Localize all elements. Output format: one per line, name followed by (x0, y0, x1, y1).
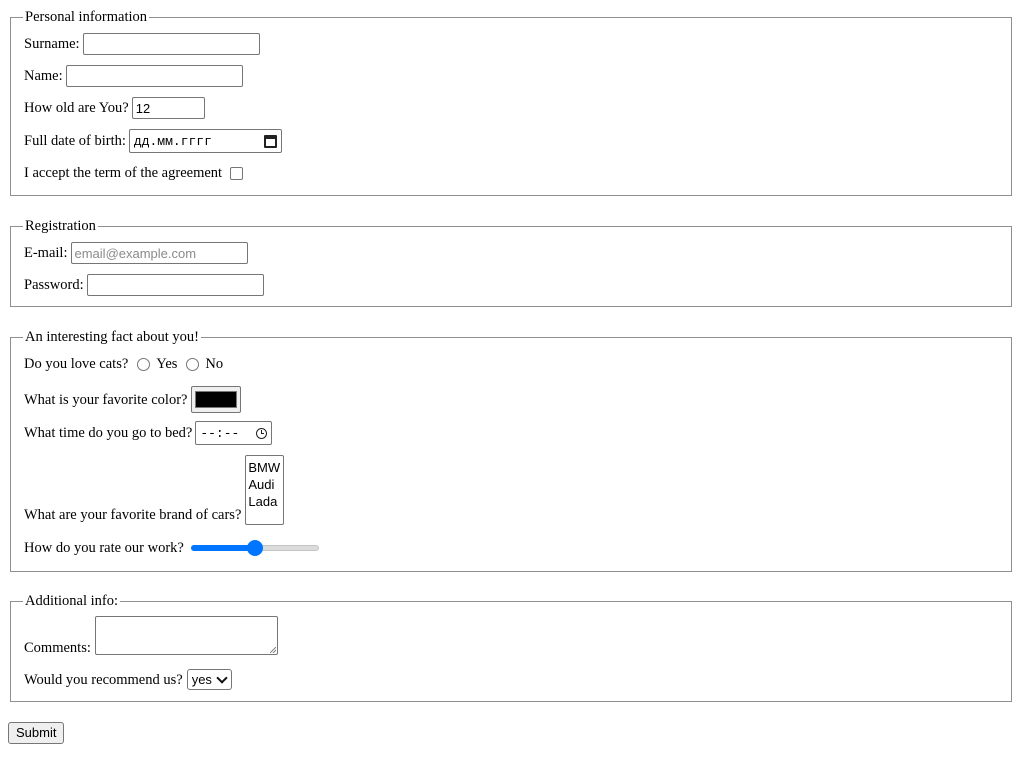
cats-label: Do you love cats? (24, 356, 129, 372)
agree-row: I accept the term of the agreement (24, 164, 244, 182)
fieldset-border-left (10, 601, 23, 602)
cars-label: What are your favorite brand of cars? (24, 507, 242, 523)
recommend-row: Would you recommend us? yes (24, 669, 232, 690)
agree-label: I accept the term of the agreement (24, 165, 223, 181)
surname-label: Surname: (24, 36, 80, 52)
fieldset-border-left (10, 337, 23, 338)
comments-label: Comments: (24, 640, 91, 656)
rate-label: How do you rate our work? (24, 540, 184, 556)
cars-option[interactable]: BMW (248, 459, 281, 476)
cats-no-radio[interactable] (186, 357, 200, 371)
password-label: Password: (24, 277, 84, 293)
fieldset-border-right (201, 337, 1012, 338)
recommend-label: Would you recommend us? (24, 671, 183, 688)
slider-thumb[interactable] (246, 540, 263, 556)
cats-no-label: No (205, 356, 224, 372)
surname-input[interactable] (82, 33, 260, 55)
submit-button[interactable]: Submit (8, 722, 65, 744)
slider-fill (190, 545, 255, 551)
legend-additional-info: Additional info: (25, 593, 119, 609)
password-row: Password: (24, 274, 264, 296)
age-row: How old are You? (24, 97, 205, 119)
email-row: E-mail: (24, 242, 248, 264)
bedtime-row: What time do you go to bed? --:-- (24, 421, 273, 445)
legend-registration: Registration (25, 218, 96, 234)
form: Personal information Surname: Name: How … (0, 0, 1024, 768)
calendar-icon[interactable] (263, 134, 277, 148)
fieldset-border-right (120, 601, 1012, 602)
fieldset-border-right (149, 17, 1012, 18)
age-input[interactable] (131, 97, 205, 119)
comments-row: Comments: (24, 616, 278, 656)
dob-label: Full date of birth: (24, 133, 126, 149)
fieldset-registration: Registration E-mail: Password: (10, 218, 1012, 307)
email-label: E-mail: (24, 245, 68, 261)
fieldset-personal-information: Personal information Surname: Name: How … (10, 9, 1012, 196)
recommend-value: yes (191, 672, 212, 687)
name-label: Name: (24, 68, 63, 84)
bedtime-label: What time do you go to bed? (24, 425, 193, 441)
agree-checkbox[interactable] (230, 166, 244, 180)
dob-placeholder: дд.мм.гггг (133, 133, 212, 149)
cars-option[interactable]: Audi (248, 476, 281, 493)
comments-textarea[interactable] (94, 616, 278, 655)
bedtime-input[interactable]: --:-- (195, 421, 273, 445)
email-input[interactable] (70, 242, 248, 264)
color-swatch (195, 391, 238, 408)
dob-date-input[interactable]: дд.мм.гггг (128, 129, 282, 153)
legend-interesting-fact: An interesting fact about you! (25, 329, 199, 345)
legend-personal-information: Personal information (25, 9, 148, 25)
rate-slider[interactable] (190, 540, 319, 556)
cats-yes-radio[interactable] (137, 357, 151, 371)
dob-row: Full date of birth: дд.мм.гггг (24, 129, 282, 153)
age-label: How old are You? (24, 100, 129, 116)
password-input[interactable] (86, 274, 264, 296)
bedtime-placeholder: --:-- (200, 425, 240, 441)
fieldset-border-left (10, 17, 23, 18)
recommend-select[interactable]: yes (186, 669, 232, 690)
color-picker[interactable] (191, 386, 242, 413)
clock-icon[interactable] (256, 427, 268, 439)
color-label: What is your favorite color? (24, 391, 188, 408)
cats-yes-label: Yes (156, 356, 178, 372)
fieldset-border-left (10, 226, 23, 227)
cars-row: What are your favorite brand of cars? BM… (24, 455, 285, 525)
cars-listbox[interactable]: BMW Audi Lada (245, 455, 285, 525)
fieldset-additional-info: Additional info: Comments: Would you rec… (10, 593, 1012, 702)
surname-row: Surname: (24, 33, 260, 55)
chevron-down-icon (216, 672, 228, 684)
name-row: Name: (24, 65, 243, 87)
cars-option[interactable]: Lada (248, 493, 281, 510)
fieldset-border-right (98, 226, 1012, 227)
fieldset-interesting-fact: An interesting fact about you! Do you lo… (10, 329, 1012, 572)
cats-row: Do you love cats? Yes No (24, 355, 223, 373)
color-row: What is your favorite color? (24, 386, 242, 413)
name-input[interactable] (65, 65, 243, 87)
rate-row: How do you rate our work? (24, 539, 319, 557)
